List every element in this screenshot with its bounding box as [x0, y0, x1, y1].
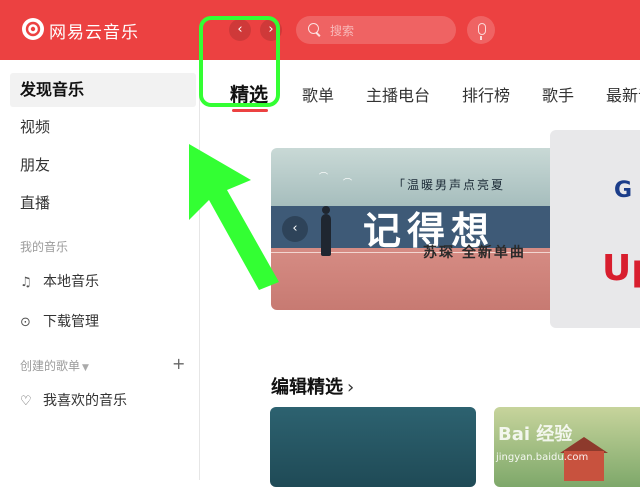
- app-name: 网易云音乐: [49, 23, 139, 43]
- playlist-card[interactable]: [494, 407, 640, 487]
- sidebar-item-friends[interactable]: 朋友: [10, 148, 196, 182]
- sidebar-item-local-music[interactable]: ♫ 本地音乐: [20, 272, 99, 292]
- created-playlists-header[interactable]: 创建的歌单 ▼: [20, 357, 89, 374]
- tab-charts[interactable]: 排行榜: [462, 82, 510, 106]
- baidu-watermark-url: jingyan.baidu.com: [496, 452, 589, 463]
- search-icon: [308, 23, 319, 34]
- annotation-arrow-icon: [189, 144, 279, 290]
- heart-icon: ♡: [20, 394, 32, 409]
- sidebar-item-live[interactable]: 直播: [10, 186, 196, 220]
- sidebar-item-discover[interactable]: 发现音乐: [10, 73, 196, 107]
- sidebar-item-label: 我喜欢的音乐: [43, 393, 127, 409]
- playlist-card[interactable]: [270, 407, 476, 487]
- created-playlists-label: 创建的歌单: [20, 359, 81, 373]
- sidebar-item-label: 本地音乐: [43, 274, 99, 290]
- sidebar: 发现音乐 视频 朋友 直播 我的音乐 ♫ 本地音乐 ⊙ 下载管理 创建的歌单 ▼ + …: [0, 60, 200, 480]
- search-box[interactable]: [296, 16, 456, 44]
- download-icon: ⊙: [20, 315, 31, 330]
- banner-figure-head: [322, 206, 330, 214]
- next-slide-text-1: G: [614, 178, 633, 203]
- caret-down-icon: ▼: [82, 363, 89, 373]
- tab-new-music[interactable]: 最新音: [606, 82, 640, 106]
- sidebar-item-liked-music[interactable]: ♡ 我喜欢的音乐: [20, 391, 127, 411]
- banner-subtitle: 「温暖男声点亮夏: [393, 178, 506, 192]
- highlight-box: [199, 16, 280, 107]
- sidebar-item-downloads[interactable]: ⊙ 下载管理: [20, 312, 99, 332]
- microphone-icon[interactable]: [467, 16, 495, 44]
- banner-next-slide[interactable]: G Up: [550, 130, 640, 328]
- bird-icon: ⌒: [319, 173, 329, 183]
- netease-logo-icon[interactable]: [22, 18, 44, 40]
- editor-picks-link[interactable]: 编辑精选 ›: [271, 373, 354, 399]
- top-bar: 网易云音乐 ‹ ›: [0, 0, 640, 60]
- banner-slide[interactable]: ⌒ ⌒ 「温暖男声点亮夏 记得想 苏琛 全新单曲: [271, 148, 561, 310]
- tab-artists[interactable]: 歌手: [542, 82, 574, 106]
- banner-figure: [321, 214, 331, 256]
- baidu-watermark: Bai 经验: [498, 424, 573, 445]
- section-title: 编辑精选: [271, 377, 343, 398]
- search-input[interactable]: [328, 21, 442, 41]
- next-slide-text-2: Up: [602, 248, 640, 289]
- sidebar-item-video[interactable]: 视频: [10, 110, 196, 144]
- banner-prev-button[interactable]: ‹: [282, 216, 308, 242]
- banner-artist: 苏琛 全新单曲: [423, 245, 526, 261]
- music-note-icon: ♫: [20, 275, 32, 290]
- tab-playlists[interactable]: 歌单: [302, 82, 334, 106]
- sidebar-item-label: 下载管理: [43, 314, 99, 330]
- active-tab-indicator: [232, 109, 268, 112]
- add-playlist-button[interactable]: +: [172, 354, 185, 373]
- my-music-header: 我的音乐: [20, 240, 69, 254]
- bird-icon: ⌒: [343, 179, 353, 189]
- chevron-right-icon: ›: [347, 377, 355, 398]
- tab-radio[interactable]: 主播电台: [366, 82, 430, 106]
